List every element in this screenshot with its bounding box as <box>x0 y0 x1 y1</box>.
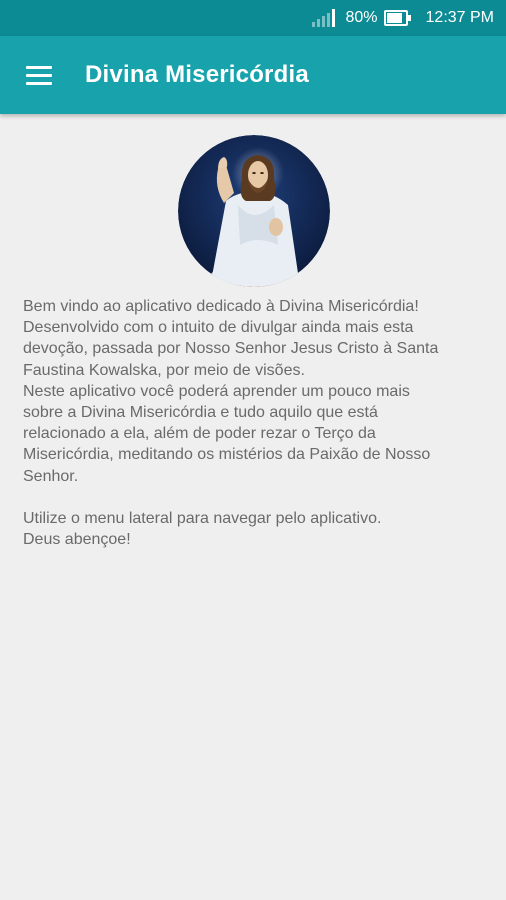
jesus-image-icon <box>178 135 330 287</box>
menu-button[interactable] <box>15 50 65 100</box>
instructions-paragraph: Utilize o menu lateral para navegar pelo… <box>23 509 382 549</box>
battery-icon <box>383 10 411 26</box>
divine-mercy-image <box>178 135 330 287</box>
battery-percentage: 80% <box>345 9 378 26</box>
welcome-text: Bem vindo ao aplicativo dedicado à Divin… <box>23 296 493 550</box>
intro-paragraph: Bem vindo ao aplicativo dedicado à Divin… <box>23 298 439 485</box>
signal-icon <box>312 9 336 27</box>
hamburger-icon <box>26 65 52 69</box>
clock: 12:37 PM <box>425 9 494 26</box>
status-bar: 80% 12:37 PM <box>0 0 506 36</box>
app-title: Divina Misericórdia <box>85 61 309 88</box>
app-bar: Divina Misericórdia <box>0 36 506 114</box>
